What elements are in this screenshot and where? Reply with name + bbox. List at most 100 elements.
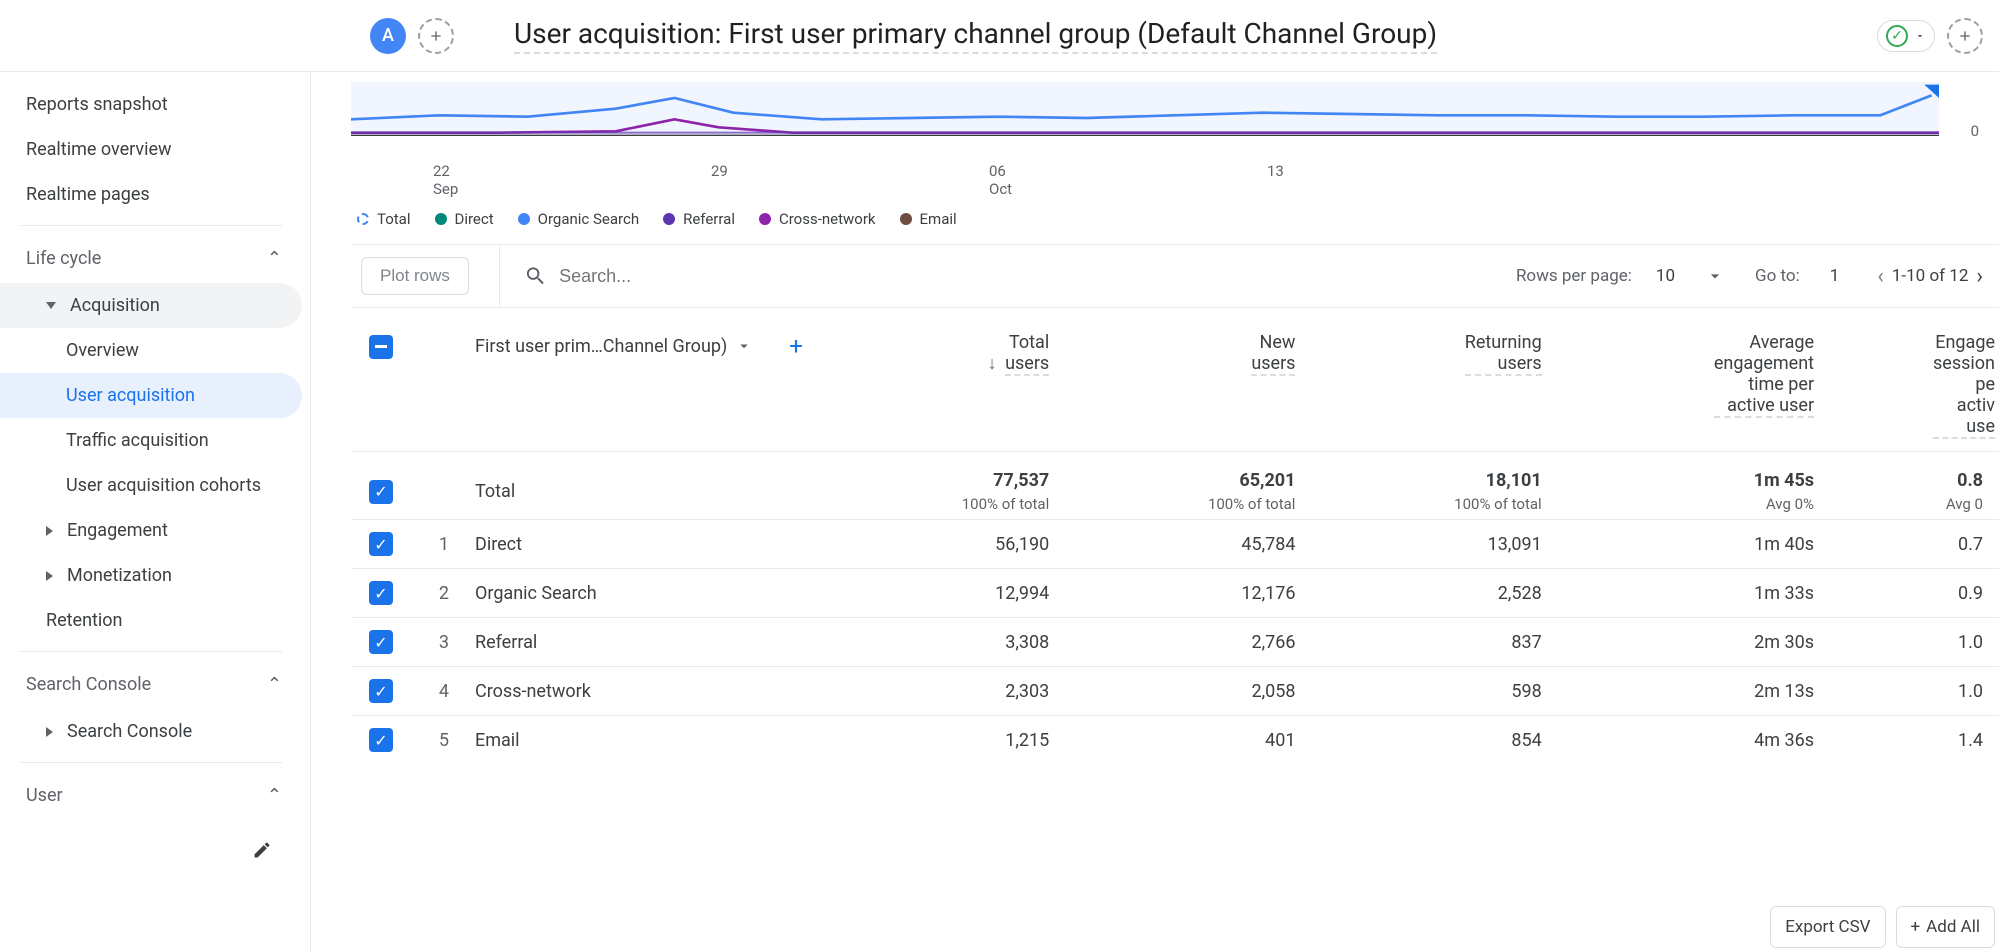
- legend-item[interactable]: Email: [900, 210, 957, 228]
- export-csv-button[interactable]: Export CSV: [1770, 906, 1885, 948]
- metric-cell: 12,176: [1065, 569, 1311, 618]
- metric-cell: 0.9: [1830, 569, 1999, 618]
- row-name[interactable]: Organic Search: [459, 569, 819, 618]
- page-info: 1-10 of 12: [1892, 266, 1969, 286]
- row-name[interactable]: Cross-network: [459, 667, 819, 716]
- sidebar-item-reports-snapshot[interactable]: Reports snapshot: [0, 82, 302, 127]
- sort-down-icon: ↓: [988, 353, 997, 374]
- page-title[interactable]: User acquisition: First user primary cha…: [514, 17, 1437, 54]
- row-checkbox[interactable]: ✓: [369, 679, 393, 703]
- legend-label: Total: [377, 210, 411, 228]
- legend-item[interactable]: Cross-network: [759, 210, 876, 228]
- col-engaged-sessions[interactable]: Engagesessionpeactivuse: [1830, 308, 1999, 452]
- sidebar-item-search-console[interactable]: Search Console: [0, 709, 302, 754]
- metric-cell: 56,190: [819, 520, 1065, 569]
- legend-item[interactable]: Referral: [663, 210, 735, 228]
- row-name: Total: [459, 452, 819, 520]
- metric-cell: 401: [1065, 716, 1311, 765]
- metric-cell: 2,058: [1065, 667, 1311, 716]
- go-to-value[interactable]: 1: [1830, 266, 1840, 286]
- section-search-console[interactable]: Search Console ⌃: [0, 660, 302, 709]
- col-avg-engagement-time[interactable]: Averageengagementtime peractive user: [1558, 308, 1830, 452]
- customize-button[interactable]: [1947, 18, 1983, 54]
- triangle-right-icon: [46, 571, 53, 581]
- sidebar-item-retention[interactable]: Retention: [0, 598, 302, 643]
- sidebar-item-traffic-acquisition[interactable]: Traffic acquisition: [0, 418, 302, 463]
- row-checkbox[interactable]: ✓: [369, 480, 393, 504]
- chevron-down-icon[interactable]: [1705, 266, 1725, 286]
- col-total-users[interactable]: ↓ Totalusers: [819, 308, 1065, 452]
- metric-cell: 2,766: [1065, 618, 1311, 667]
- metric-cell: 1m 33s: [1558, 569, 1830, 618]
- line-chart: [351, 82, 1939, 162]
- sidebar-item-engagement[interactable]: Engagement: [0, 508, 302, 553]
- section-user[interactable]: User ⌃: [0, 771, 302, 820]
- metric-cell: 837: [1311, 618, 1557, 667]
- row-index: 2: [409, 569, 459, 618]
- plot-rows-button[interactable]: Plot rows: [361, 257, 469, 295]
- metric-cell: 65,201100% of total: [1065, 452, 1311, 520]
- row-checkbox[interactable]: ✓: [369, 630, 393, 654]
- sidebar-item-user-acquisition-cohorts[interactable]: User acquisition cohorts: [0, 463, 302, 508]
- legend-dot-icon: [900, 213, 912, 225]
- add-all-button[interactable]: +Add All: [1896, 906, 1996, 948]
- sidebar-item-realtime-overview[interactable]: Realtime overview: [0, 127, 302, 172]
- next-page-button[interactable]: ›: [1968, 258, 1991, 295]
- metric-cell: 1m 45sAvg 0%: [1558, 452, 1830, 520]
- row-index: 3: [409, 618, 459, 667]
- row-checkbox[interactable]: ✓: [369, 581, 393, 605]
- table-row: ✓ 1 Direct 56,19045,78413,0911m 40s0.7: [351, 520, 1999, 569]
- add-dimension-button[interactable]: +: [789, 332, 803, 360]
- legend-item[interactable]: Organic Search: [518, 210, 639, 228]
- table-toolbar: Plot rows Rows per page: 10 Go to: 1 ‹ 1…: [351, 244, 1999, 308]
- prev-page-button[interactable]: ‹: [1869, 258, 1892, 295]
- row-checkbox[interactable]: ✓: [369, 728, 393, 752]
- metric-cell: 77,537100% of total: [819, 452, 1065, 520]
- row-name[interactable]: Direct: [459, 520, 819, 569]
- row-checkbox[interactable]: ✓: [369, 532, 393, 556]
- metric-cell: 2,528: [1311, 569, 1557, 618]
- triangle-right-icon: [46, 526, 53, 536]
- legend-label: Direct: [455, 210, 494, 228]
- search-input[interactable]: [559, 266, 1516, 287]
- metric-cell: 1,215: [819, 716, 1065, 765]
- add-comparison-button[interactable]: [418, 18, 454, 54]
- row-index: 1: [409, 520, 459, 569]
- metric-cell: 598: [1311, 667, 1557, 716]
- metric-cell: 2m 13s: [1558, 667, 1830, 716]
- sidebar-item-acquisition[interactable]: Acquisition: [0, 283, 302, 328]
- section-life-cycle[interactable]: Life cycle ⌃: [0, 234, 302, 283]
- metric-cell: 13,091: [1311, 520, 1557, 569]
- metric-cell: 1.0: [1830, 618, 1999, 667]
- table-row: ✓ 2 Organic Search 12,99412,1762,5281m 3…: [351, 569, 1999, 618]
- avatar[interactable]: A: [370, 18, 406, 54]
- row-index: 4: [409, 667, 459, 716]
- legend-label: Email: [920, 210, 957, 228]
- legend-label: Cross-network: [779, 210, 876, 228]
- legend-item[interactable]: Direct: [435, 210, 494, 228]
- row-index: 5: [409, 716, 459, 765]
- sidebar-item-monetization[interactable]: Monetization: [0, 553, 302, 598]
- dimension-picker[interactable]: First user prim…Channel Group): [475, 336, 753, 357]
- triangle-right-icon: [46, 727, 53, 737]
- plus-icon: [1957, 28, 1973, 44]
- chevron-down-icon: [1914, 30, 1926, 42]
- col-returning-users[interactable]: Returningusers: [1311, 308, 1557, 452]
- status-pill[interactable]: ✓: [1877, 20, 1935, 52]
- content-area: 22 Sep 29 06 Oct 13 0 TotalDirectOrganic…: [310, 72, 1999, 952]
- sidebar: Reports snapshot Realtime overview Realt…: [0, 72, 310, 952]
- select-all-checkbox[interactable]: [369, 335, 393, 359]
- metric-cell: 0.8Avg 0: [1830, 452, 1999, 520]
- sidebar-item-realtime-pages[interactable]: Realtime pages: [0, 172, 302, 217]
- col-new-users[interactable]: Newusers: [1065, 308, 1311, 452]
- edit-icon[interactable]: [252, 840, 272, 860]
- rows-per-page-value[interactable]: 10: [1656, 266, 1675, 286]
- plus-icon: [428, 28, 444, 44]
- row-name[interactable]: Email: [459, 716, 819, 765]
- sidebar-item-overview[interactable]: Overview: [0, 328, 302, 373]
- metric-cell: 1.0: [1830, 667, 1999, 716]
- metric-cell: 3,308: [819, 618, 1065, 667]
- legend-item[interactable]: Total: [357, 210, 411, 228]
- sidebar-item-user-acquisition[interactable]: User acquisition: [0, 373, 302, 418]
- row-name[interactable]: Referral: [459, 618, 819, 667]
